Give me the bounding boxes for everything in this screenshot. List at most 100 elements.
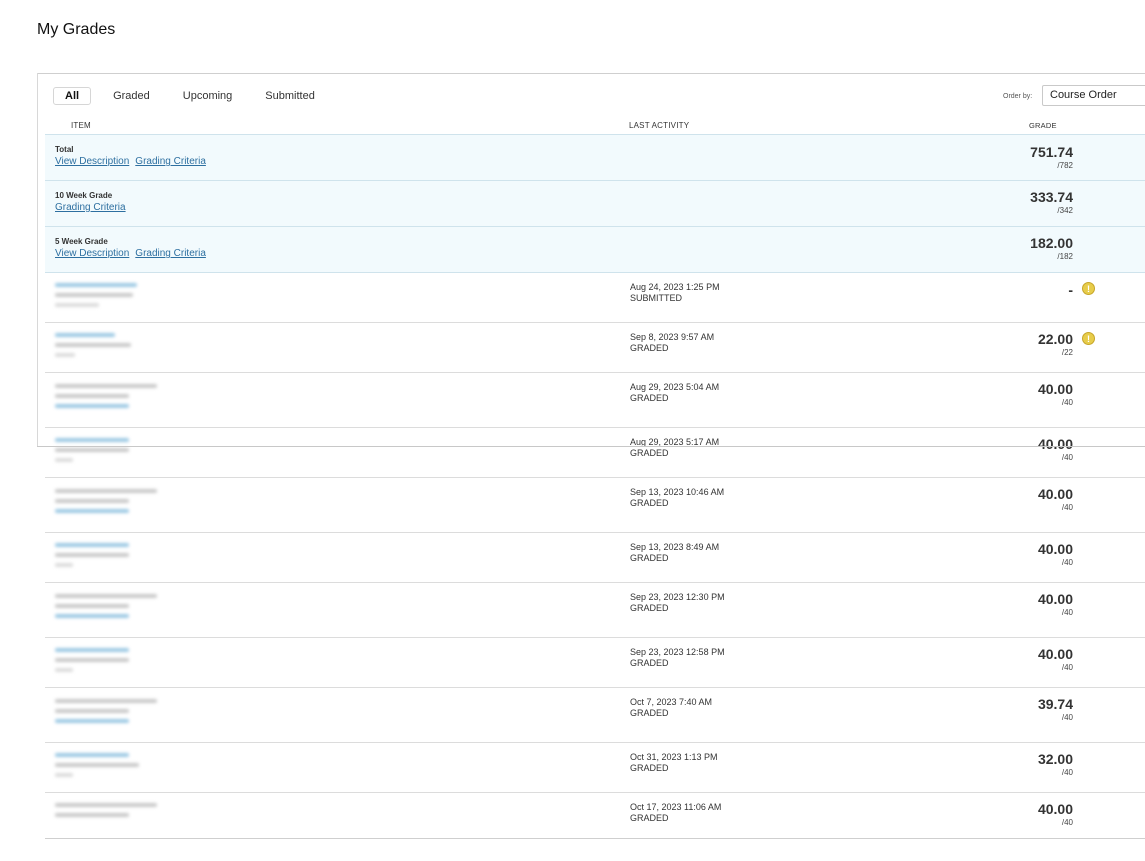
- redacted-item-name: [55, 594, 157, 624]
- grade-value: 40.00: [1037, 486, 1073, 502]
- table-row: Aug 29, 2023 5:17 AM GRADED 40.00 /40: [45, 428, 1145, 478]
- grade-out-of: /40: [1061, 453, 1073, 462]
- activity-status: GRADED: [630, 708, 669, 718]
- activity-date: Oct 17, 2023 11:06 AM: [630, 802, 722, 812]
- grade-value: 182.00: [1030, 235, 1073, 251]
- activity-status: GRADED: [630, 393, 669, 403]
- summary-row-5-week: 5 Week Grade View Description Grading Cri…: [45, 227, 1145, 273]
- redacted-item-name: [55, 438, 129, 468]
- panel-border-top: [37, 73, 1145, 74]
- grade-value: 32.00: [1037, 751, 1073, 767]
- grade-out-of: /40: [1061, 768, 1073, 777]
- activity-date: Aug 24, 2023 1:25 PM: [630, 282, 720, 292]
- grade-out-of: /40: [1061, 503, 1073, 512]
- grade-out-of: /40: [1061, 818, 1073, 827]
- grade-out-of: /40: [1061, 398, 1073, 407]
- table-row: Sep 8, 2023 9:57 AM GRADED 22.00 /22 !: [45, 323, 1145, 373]
- exclamation-icon[interactable]: !: [1082, 332, 1095, 345]
- exclamation-icon[interactable]: !: [1082, 282, 1095, 295]
- grade-value: 40.00: [1037, 801, 1073, 817]
- summary-row-10-week: 10 Week Grade Grading Criteria 333.74 /3…: [45, 181, 1145, 227]
- table-row: Sep 23, 2023 12:30 PM GRADED 40.00 /40: [45, 583, 1145, 638]
- activity-status: GRADED: [630, 763, 669, 773]
- grade-out-of: /182: [1057, 252, 1073, 261]
- summary-links: View Description Grading Criteria: [55, 248, 212, 259]
- grade-out-of: /40: [1061, 663, 1073, 672]
- redacted-item-name: [55, 384, 157, 414]
- redacted-item-name: [55, 648, 129, 678]
- grade-value: 40.00: [1037, 436, 1073, 452]
- tab-all[interactable]: All: [53, 87, 92, 105]
- grade-out-of: /40: [1061, 558, 1073, 567]
- redacted-item-name: [55, 699, 157, 729]
- grade-out-of: /40: [1061, 713, 1073, 722]
- activity-date: Sep 23, 2023 12:30 PM: [630, 592, 725, 602]
- table-row: Sep 13, 2023 10:46 AM GRADED 40.00 /40: [45, 478, 1145, 533]
- table-row: Sep 23, 2023 12:58 PM GRADED 40.00 /40: [45, 638, 1145, 688]
- activity-status: GRADED: [630, 498, 669, 508]
- summary-links: View Description Grading Criteria: [55, 156, 212, 167]
- activity-date: Aug 29, 2023 5:04 AM: [630, 382, 720, 392]
- activity-status: SUBMITTED: [630, 293, 683, 303]
- grade-value: -: [1068, 282, 1073, 298]
- grade-out-of: /342: [1057, 206, 1073, 215]
- tab-submitted[interactable]: Submitted: [265, 90, 315, 102]
- activity-status: GRADED: [630, 813, 669, 823]
- activity-date: Sep 13, 2023 8:49 AM: [630, 542, 720, 552]
- grade-value: 40.00: [1037, 591, 1073, 607]
- activity-date: Sep 23, 2023 12:58 PM: [630, 647, 725, 657]
- summary-title: 5 Week Grade: [55, 237, 108, 246]
- panel-border-bottom: [37, 446, 1145, 447]
- tab-graded[interactable]: Graded: [113, 90, 150, 102]
- redacted-item-name: [55, 753, 139, 783]
- activity-status: GRADED: [630, 343, 669, 353]
- column-header-grade: GRADE: [1029, 121, 1057, 130]
- grade-value: 22.00: [1037, 331, 1073, 347]
- activity-date: Oct 31, 2023 1:13 PM: [630, 752, 718, 762]
- grade-value: 40.00: [1037, 541, 1073, 557]
- view-description-link[interactable]: View Description: [55, 156, 129, 167]
- table-row: Oct 31, 2023 1:13 PM GRADED 32.00 /40: [45, 743, 1145, 793]
- grade-value: 39.74: [1037, 696, 1073, 712]
- grade-out-of: /22: [1061, 348, 1073, 357]
- grading-criteria-link[interactable]: Grading Criteria: [55, 202, 126, 213]
- summary-title: 10 Week Grade: [55, 191, 113, 200]
- filter-tabs: All Graded Upcoming Submitted: [53, 86, 315, 106]
- activity-status: GRADED: [630, 658, 669, 668]
- grade-value: 40.00: [1037, 381, 1073, 397]
- redacted-item-name: [55, 803, 157, 823]
- table-row: Oct 17, 2023 11:06 AM GRADED 40.00 /40: [45, 793, 1145, 839]
- page-title: My Grades: [37, 21, 116, 38]
- grade-out-of: /40: [1061, 608, 1073, 617]
- tab-upcoming[interactable]: Upcoming: [183, 90, 233, 102]
- activity-status: GRADED: [630, 603, 669, 613]
- activity-date: Sep 13, 2023 10:46 AM: [630, 487, 725, 497]
- activity-date: Oct 7, 2023 7:40 AM: [630, 697, 713, 707]
- summary-title: Total: [55, 145, 74, 154]
- summary-links: Grading Criteria: [55, 202, 132, 213]
- grade-out-of: /782: [1057, 161, 1073, 170]
- summary-row-total: Total View Description Grading Criteria 7…: [45, 134, 1145, 181]
- redacted-item-name: [55, 543, 129, 573]
- activity-status: GRADED: [630, 448, 669, 458]
- table-row: Aug 24, 2023 1:25 PM SUBMITTED - !: [45, 273, 1145, 323]
- redacted-item-name: [55, 283, 137, 313]
- redacted-item-name: [55, 489, 157, 519]
- grades-table: Total View Description Grading Criteria 7…: [45, 134, 1145, 839]
- redacted-item-name: [55, 333, 131, 363]
- table-row: Sep 13, 2023 8:49 AM GRADED 40.00 /40: [45, 533, 1145, 583]
- grade-value: 751.74: [1030, 144, 1073, 160]
- order-by-select[interactable]: Course Order: [1042, 85, 1145, 106]
- column-header-last-activity: LAST ACTIVITY: [629, 121, 690, 130]
- column-header-item: ITEM: [71, 121, 91, 130]
- activity-date: Sep 8, 2023 9:57 AM: [630, 332, 715, 342]
- table-row: Oct 7, 2023 7:40 AM GRADED 39.74 /40: [45, 688, 1145, 743]
- grade-value: 40.00: [1037, 646, 1073, 662]
- grade-value: 333.74: [1030, 189, 1073, 205]
- table-row: Aug 29, 2023 5:04 AM GRADED 40.00 /40: [45, 373, 1145, 428]
- panel-border-left: [37, 73, 38, 446]
- view-description-link[interactable]: View Description: [55, 248, 129, 259]
- activity-status: GRADED: [630, 553, 669, 563]
- grading-criteria-link[interactable]: Grading Criteria: [135, 156, 206, 167]
- grading-criteria-link[interactable]: Grading Criteria: [135, 248, 206, 259]
